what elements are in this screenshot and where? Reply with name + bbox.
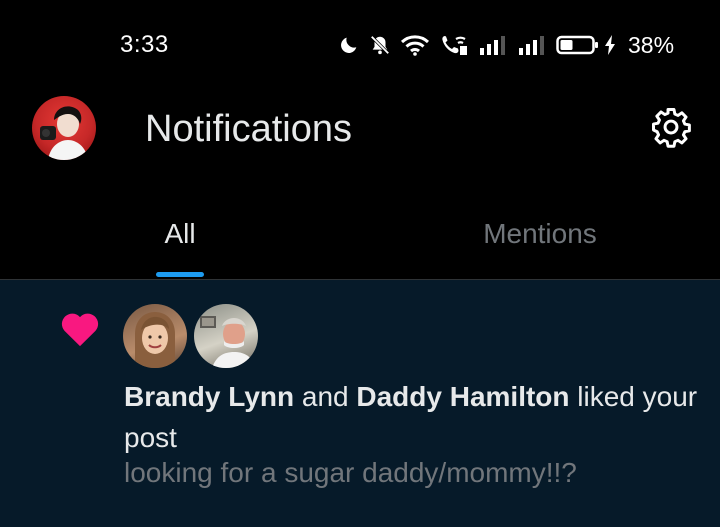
- battery-percent: 38%: [628, 31, 675, 58]
- actor-name[interactable]: Brandy Lynn: [124, 381, 294, 412]
- wifi-calling-icon: [442, 36, 467, 55]
- signal-icon: [519, 36, 544, 55]
- conjunction: and: [301, 381, 349, 412]
- tab-selected-indicator: [156, 272, 204, 277]
- status-time: 3:33: [120, 31, 169, 58]
- heart-icon: [61, 313, 99, 347]
- profile-avatar[interactable]: [32, 96, 96, 160]
- tab-mentions-label: Mentions: [483, 218, 597, 249]
- tab-mentions[interactable]: Mentions: [360, 190, 720, 279]
- notification-text: Brandy Lynn and Daddy Hamilton liked you…: [124, 376, 704, 458]
- wifi-icon: [400, 35, 430, 56]
- header: [0, 90, 720, 178]
- tab-all[interactable]: All: [0, 190, 360, 279]
- tab-bar: All Mentions: [0, 190, 720, 280]
- signal-icon: [480, 36, 505, 55]
- settings-button[interactable]: [648, 104, 694, 150]
- status-bar: 3:33 38%: [0, 0, 720, 90]
- user-avatar-brandy-lynn[interactable]: [123, 304, 187, 368]
- post-snippet: looking for a sugar daddy/mommy!!?: [124, 457, 577, 488]
- tab-all-label: All: [164, 218, 196, 249]
- battery-icon: [556, 35, 598, 55]
- status-icons: 38%: [338, 30, 674, 60]
- page-title: Notifications: [145, 108, 352, 150]
- actor-name[interactable]: Daddy Hamilton: [356, 381, 569, 412]
- moon-icon: [341, 37, 357, 53]
- profile-photo: [40, 106, 88, 160]
- gear-icon: [652, 108, 691, 148]
- avatar-photo: [135, 312, 175, 368]
- avatar-photo: [200, 316, 256, 368]
- charging-bolt-icon: [605, 35, 615, 55]
- bell-off-icon: [370, 35, 390, 55]
- user-avatar-daddy-hamilton[interactable]: [194, 304, 258, 368]
